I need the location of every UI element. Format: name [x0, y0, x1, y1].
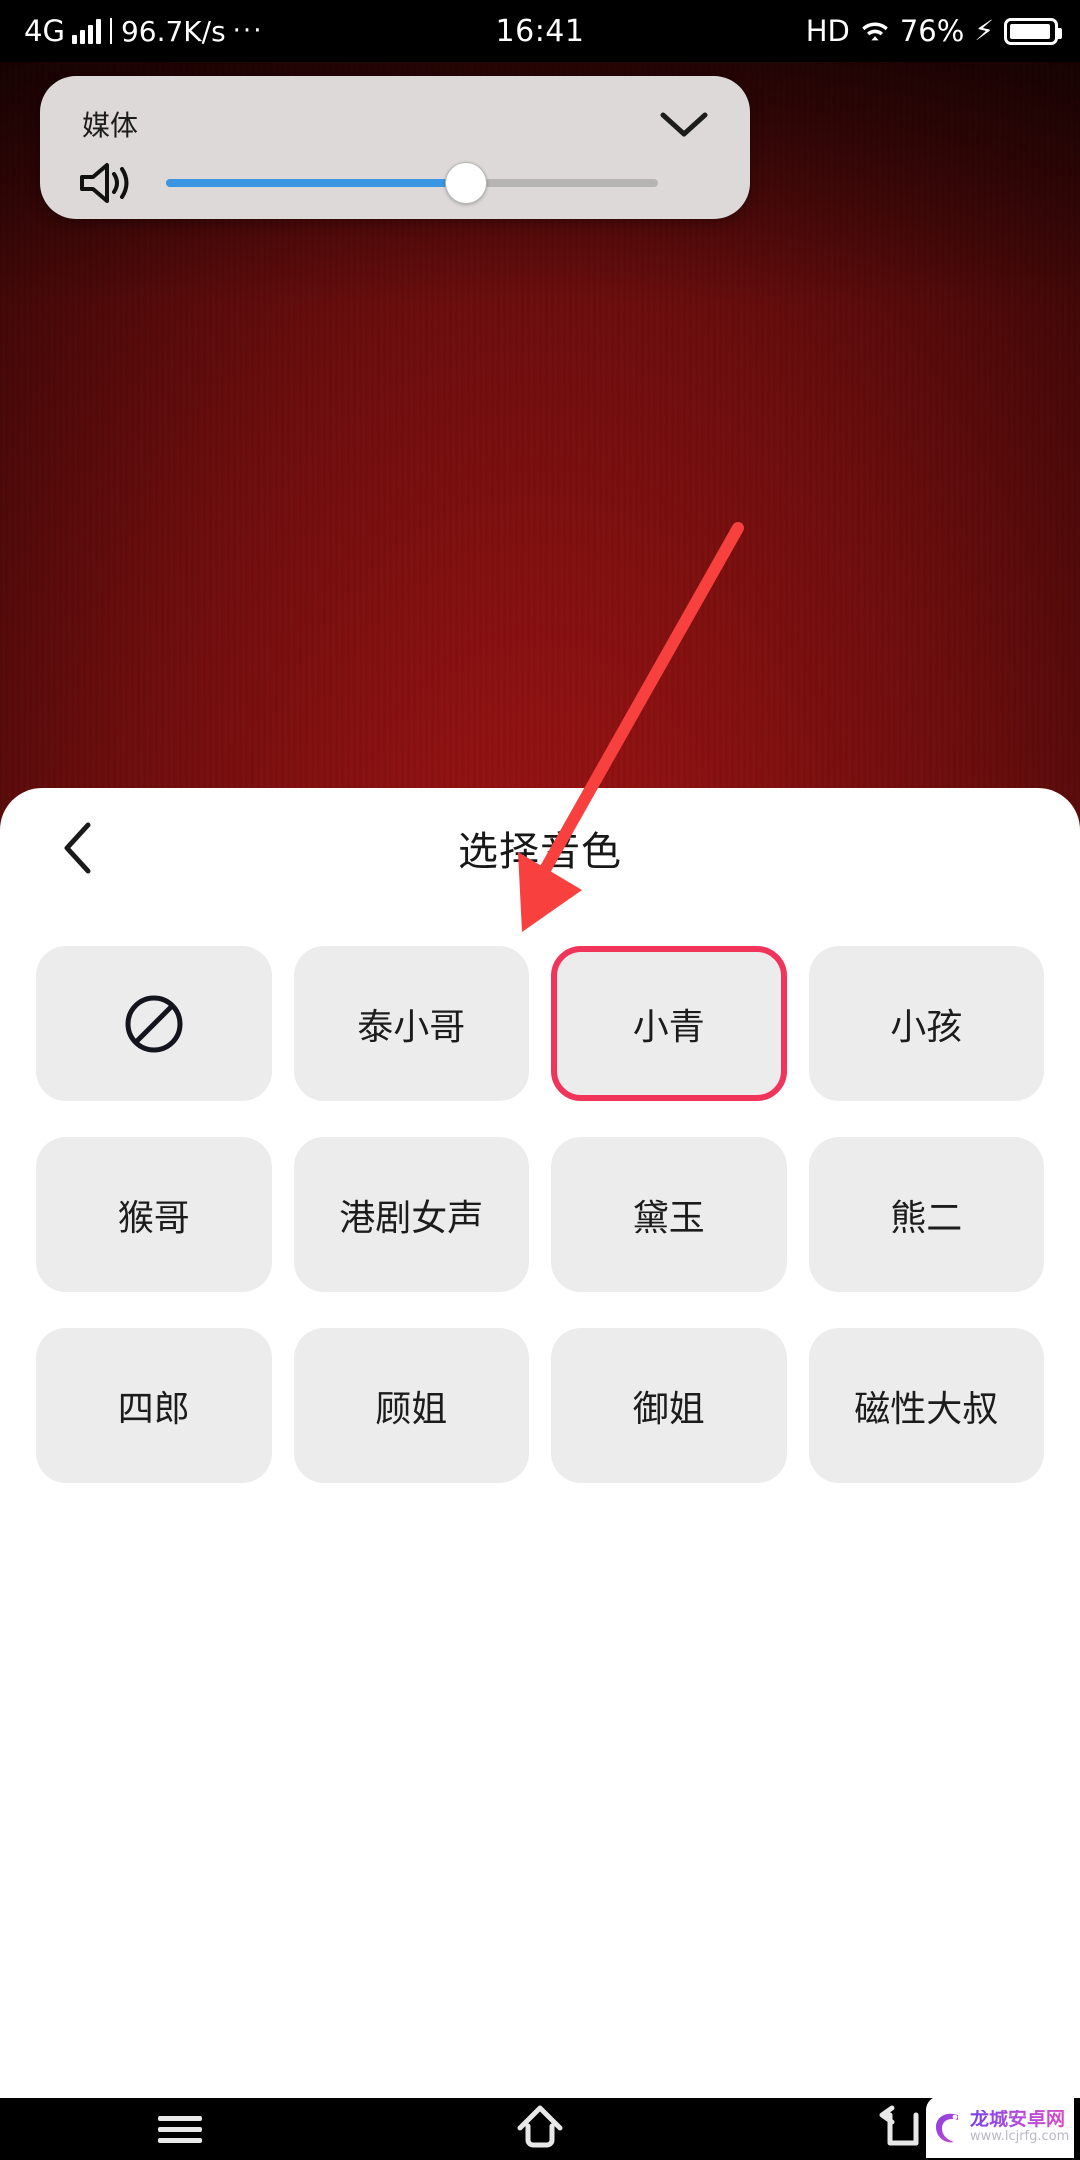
volume-slider-fill: [166, 179, 467, 187]
watermark-url: www.lcjrfg.com: [970, 2129, 1070, 2145]
status-bar-right: HD 76% ⚡: [805, 14, 1062, 48]
wifi-icon: [860, 19, 890, 43]
voice-tile-label: 泰小哥: [357, 1006, 466, 1048]
chevron-down-icon[interactable]: [658, 108, 710, 140]
watermark-title: 龙城安卓网: [970, 2109, 1069, 2130]
back-arrow-icon: [876, 2105, 924, 2153]
dragon-logo-icon: [932, 2107, 966, 2147]
voice-tile[interactable]: 磁性大叔: [808, 1328, 1044, 1483]
voice-tile[interactable]: 猴哥: [36, 1137, 272, 1292]
voice-tile-label: 港剧女声: [339, 1197, 484, 1239]
home-icon: [515, 2104, 565, 2154]
voice-tile-label: 御姐: [632, 1388, 705, 1430]
volume-slider[interactable]: [166, 162, 658, 204]
chevron-left-icon[interactable]: [50, 820, 106, 876]
voice-tile-label: 黛玉: [632, 1197, 705, 1239]
system-navigation-bar: [0, 2098, 1080, 2160]
voice-tile[interactable]: 泰小哥: [293, 946, 529, 1101]
hd-label: HD: [805, 14, 850, 48]
menu-recents-icon: [158, 2110, 202, 2149]
charging-bolt-icon: ⚡: [974, 14, 994, 47]
voice-grid: 泰小哥 小青 小孩 猴哥 港剧女声 黛玉 熊二 四郎 顾姐 御姐 磁性大叔: [0, 908, 1080, 1483]
voice-tile-none[interactable]: [36, 946, 272, 1101]
nav-home-button[interactable]: [480, 2098, 600, 2160]
page-title: 选择音色: [458, 829, 622, 875]
phone-screen: 4G 96.7K/s ··· 16:41 HD 76% ⚡ 媒体 选择音色 泰小…: [0, 0, 1080, 2160]
volume-panel[interactable]: 媒体: [40, 76, 750, 219]
site-watermark: 龙城安卓网 www.lcjrfg.com: [926, 2096, 1074, 2158]
voice-picker-sheet: 选择音色 泰小哥 小青 小孩 猴哥 港剧女声 黛玉 熊二 四郎 顾姐 御姐 磁性…: [0, 788, 1080, 2098]
voice-tile[interactable]: 小孩: [808, 946, 1044, 1101]
speaker-wave-icon: [76, 159, 140, 207]
no-entry-icon: [123, 993, 185, 1055]
volume-slider-row[interactable]: [76, 159, 696, 207]
volume-stream-label: 媒体: [82, 109, 139, 142]
voice-tile-label: 猴哥: [117, 1197, 190, 1239]
voice-tile-label: 小孩: [890, 1006, 963, 1048]
voice-tile-label: 顾姐: [375, 1388, 448, 1430]
sheet-header: 选择音色: [0, 788, 1080, 908]
voice-tile[interactable]: 顾姐: [293, 1328, 529, 1483]
watermark-texts: 龙城安卓网 www.lcjrfg.com: [970, 2109, 1070, 2145]
voice-tile-selected[interactable]: 小青: [551, 946, 787, 1101]
voice-tile-label: 磁性大叔: [854, 1388, 999, 1430]
voice-tile[interactable]: 港剧女声: [293, 1137, 529, 1292]
status-bar: 4G 96.7K/s ··· 16:41 HD 76% ⚡: [0, 0, 1080, 62]
voice-tile-label: 小青: [632, 1006, 705, 1048]
voice-tile[interactable]: 熊二: [808, 1137, 1044, 1292]
voice-tile-label: 熊二: [890, 1197, 963, 1239]
voice-tile[interactable]: 四郎: [36, 1328, 272, 1483]
voice-tile[interactable]: 御姐: [551, 1328, 787, 1483]
nav-recents-button[interactable]: [120, 2098, 240, 2160]
battery-icon: [1004, 17, 1062, 45]
volume-slider-thumb[interactable]: [445, 162, 488, 204]
voice-tile-label: 四郎: [117, 1388, 190, 1430]
battery-percent-label: 76%: [899, 14, 965, 48]
voice-tile[interactable]: 黛玉: [551, 1137, 787, 1292]
